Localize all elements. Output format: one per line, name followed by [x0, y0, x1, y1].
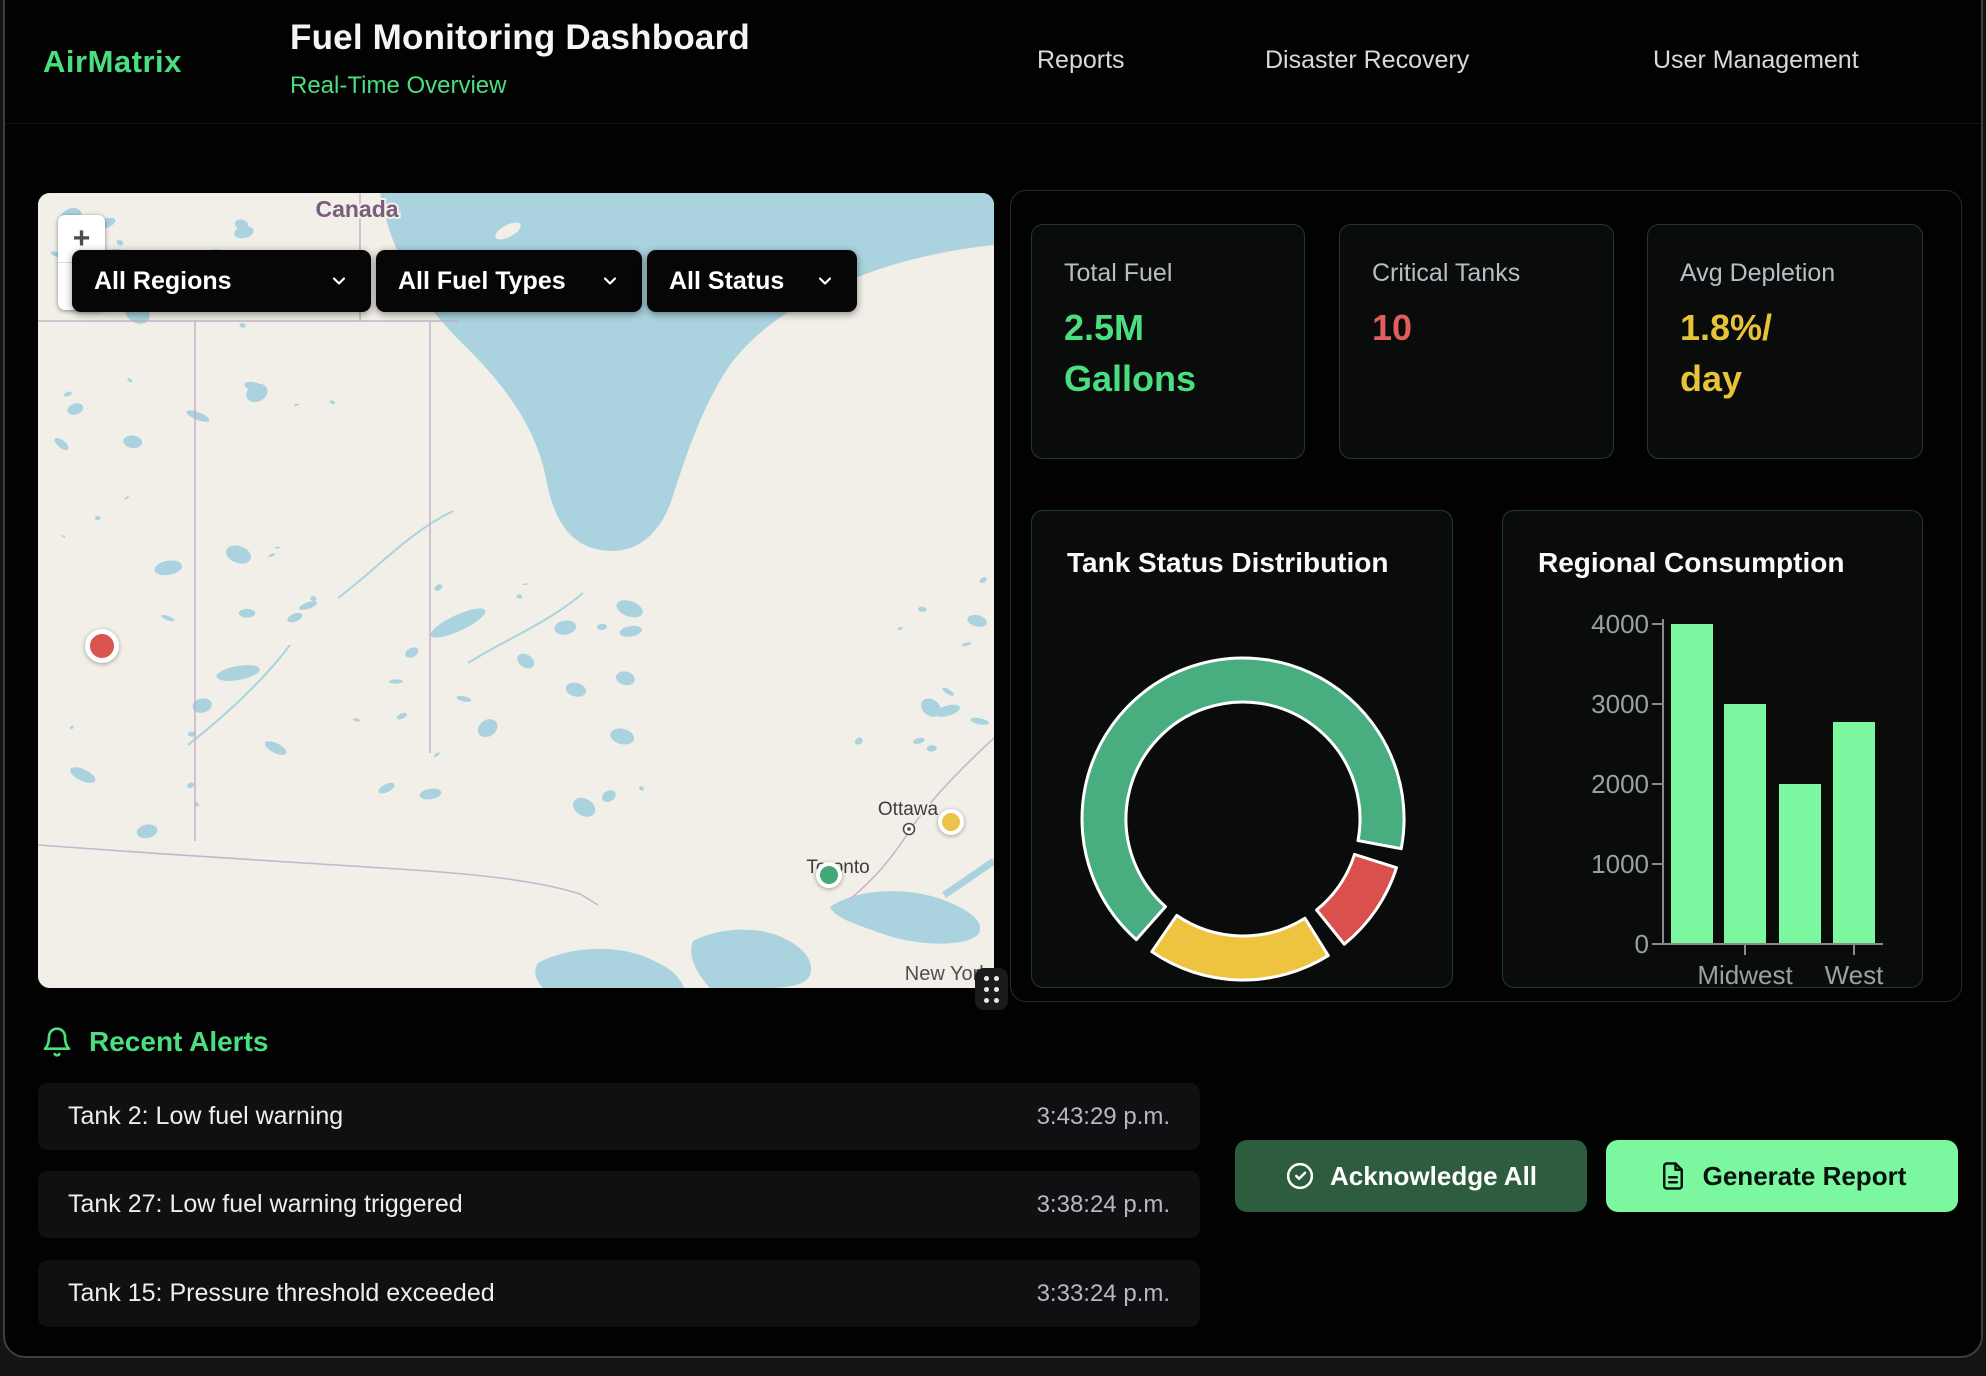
map-marker-critical[interactable] — [85, 629, 119, 663]
stat-card-avg-depletion: Avg Depletion 1.8%/ day — [1647, 224, 1923, 459]
stat-label: Avg Depletion — [1680, 259, 1890, 288]
alert-timestamp: 3:38:24 p.m. — [1037, 1191, 1170, 1219]
tank-status-donut-chart — [1032, 511, 1454, 989]
check-circle-icon — [1285, 1161, 1315, 1191]
page-title: Fuel Monitoring Dashboard — [290, 18, 750, 58]
map[interactable]: Canada Toronto Ottawa New York — [38, 193, 994, 988]
y-tick-label: 2000 — [1591, 769, 1649, 799]
stat-card-critical-tanks: Critical Tanks 10 — [1339, 224, 1614, 459]
map-marker-normal[interactable] — [816, 862, 842, 888]
stat-card-total-fuel: Total Fuel 2.5M Gallons — [1031, 224, 1305, 459]
map-ottawa-dot-center — [907, 827, 911, 831]
alert-timestamp: 3:33:24 p.m. — [1037, 1280, 1170, 1308]
status-filter-value: All Status — [669, 267, 784, 296]
map-marker-warning[interactable] — [938, 809, 964, 835]
generate-report-label: Generate Report — [1703, 1161, 1907, 1192]
alert-text: Tank 2: Low fuel warning — [68, 1102, 343, 1131]
bar-2 — [1779, 784, 1821, 944]
chevron-down-icon — [600, 271, 620, 291]
regional-consumption-bar-chart: 0 1000 2000 3000 4000 Midwest West — [1503, 511, 1924, 989]
fuel-type-filter-select[interactable]: All Fuel Types — [376, 250, 642, 312]
file-text-icon — [1658, 1161, 1688, 1191]
region-filter-select[interactable]: All Regions — [72, 250, 371, 312]
alert-row: Tank 2: Low fuel warning 3:43:29 p.m. — [38, 1083, 1200, 1150]
page-subtitle: Real-Time Overview — [290, 72, 506, 100]
stat-value: 1.8%/ day — [1680, 302, 1890, 404]
donut-segment-warning — [1152, 915, 1328, 980]
region-filter-value: All Regions — [94, 267, 232, 296]
regional-consumption-card: Regional Consumption 01000200030004000Mi… — [1502, 510, 1923, 988]
acknowledge-all-label: Acknowledge All — [1330, 1161, 1537, 1192]
stat-value: 2.5M Gallons — [1064, 302, 1272, 404]
bar-1 — [1724, 704, 1766, 944]
fuel-type-filter-value: All Fuel Types — [398, 267, 566, 296]
map-canvas: Canada Toronto Ottawa New York — [38, 193, 994, 988]
bell-icon — [41, 1026, 73, 1058]
tank-status-card: Tank Status Distribution — [1031, 510, 1453, 988]
alert-text: Tank 27: Low fuel warning triggered — [68, 1190, 463, 1219]
status-filter-select[interactable]: All Status — [647, 250, 857, 312]
generate-report-button[interactable]: Generate Report — [1606, 1140, 1958, 1212]
x-tick-label: Midwest — [1697, 960, 1793, 989]
acknowledge-all-button[interactable]: Acknowledge All — [1235, 1140, 1587, 1212]
stat-label: Critical Tanks — [1372, 259, 1581, 288]
alert-timestamp: 3:43:29 p.m. — [1037, 1103, 1170, 1131]
alerts-heading: Recent Alerts — [89, 1026, 268, 1058]
stat-label: Total Fuel — [1064, 259, 1272, 288]
map-label-ottawa: Ottawa — [878, 799, 939, 820]
nav-disaster-recovery[interactable]: Disaster Recovery — [1265, 46, 1469, 75]
chevron-down-icon — [815, 271, 835, 291]
stat-value: 10 — [1372, 302, 1581, 353]
map-label-canada: Canada — [315, 196, 398, 222]
donut-segment-critical — [1317, 854, 1397, 944]
brand-logo: AirMatrix — [43, 44, 182, 80]
y-tick-label: 3000 — [1591, 689, 1649, 719]
nav-user-management[interactable]: User Management — [1653, 46, 1859, 75]
header: AirMatrix Fuel Monitoring Dashboard Real… — [5, 0, 1981, 124]
y-tick-label: 1000 — [1591, 849, 1649, 879]
bar-0 — [1671, 624, 1713, 944]
alert-text: Tank 15: Pressure threshold exceeded — [68, 1279, 495, 1308]
map-resize-handle[interactable] — [975, 968, 1008, 1010]
chevron-down-icon — [329, 271, 349, 291]
nav-reports[interactable]: Reports — [1037, 46, 1125, 75]
bar-3 — [1833, 722, 1875, 944]
alert-row: Tank 15: Pressure threshold exceeded 3:3… — [38, 1260, 1200, 1327]
map-filters: All Regions All Fuel Types All Status — [72, 250, 857, 312]
y-tick-label: 0 — [1635, 929, 1649, 959]
y-tick-label: 4000 — [1591, 609, 1649, 639]
alert-row: Tank 27: Low fuel warning triggered 3:38… — [38, 1171, 1200, 1238]
x-tick-label: West — [1825, 960, 1885, 989]
alerts-header: Recent Alerts — [41, 1026, 268, 1058]
